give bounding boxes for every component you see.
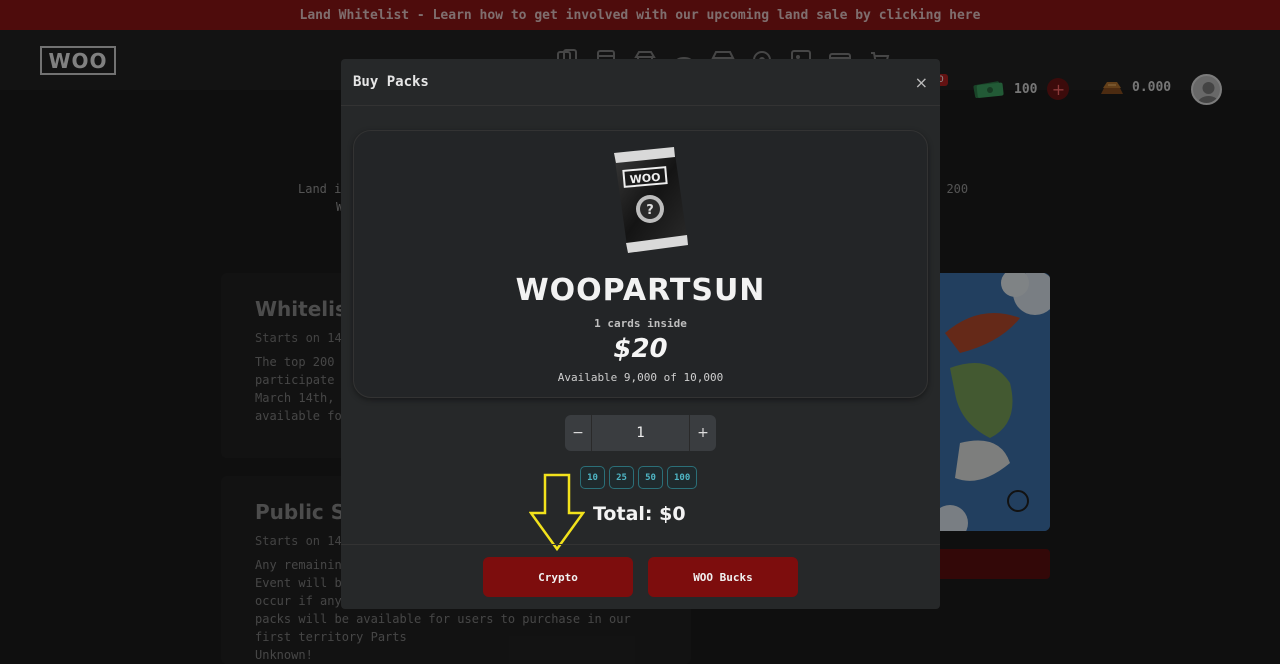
decrease-quantity-button[interactable]: −	[565, 415, 591, 451]
modal-footer: Crypto WOO Bucks	[341, 544, 940, 609]
increase-quantity-button[interactable]: +	[690, 415, 716, 451]
quantity-stepper: − 1 +	[565, 415, 716, 451]
pack-image: WOO ?	[614, 147, 688, 253]
svg-text:?: ?	[646, 203, 654, 218]
pack-card: WOO ? WOOPARTSUN 1 cards inside $20 Avai…	[353, 130, 928, 398]
pack-price: $20	[613, 334, 668, 364]
quick-quantity-button[interactable]: 25	[609, 466, 634, 489]
pack-name: WOOPARTSUN	[515, 273, 766, 308]
pack-availability: Available 9,000 of 10,000	[557, 371, 724, 384]
quick-quantity-button[interactable]: 100	[667, 466, 698, 489]
modal-title: Buy Packs	[353, 74, 429, 90]
modal-header: Buy Packs ×	[341, 59, 940, 106]
pay-crypto-button[interactable]: Crypto	[483, 557, 633, 597]
quick-quantity-buttons: 10 25 50 100	[580, 466, 698, 489]
buy-packs-modal: Buy Packs × WOO ? WOOPARTSUN 1 cards ins…	[341, 59, 940, 609]
quick-quantity-button[interactable]: 50	[638, 466, 663, 489]
total-price: Total: $0	[593, 503, 686, 525]
pack-logo-text: WOO	[629, 171, 661, 187]
close-icon[interactable]: ×	[915, 73, 928, 92]
pack-cards-inside: 1 cards inside	[594, 317, 687, 330]
quantity-input[interactable]: 1	[591, 415, 690, 451]
down-arrow-icon	[529, 473, 585, 551]
pay-woo-bucks-button[interactable]: WOO Bucks	[648, 557, 798, 597]
